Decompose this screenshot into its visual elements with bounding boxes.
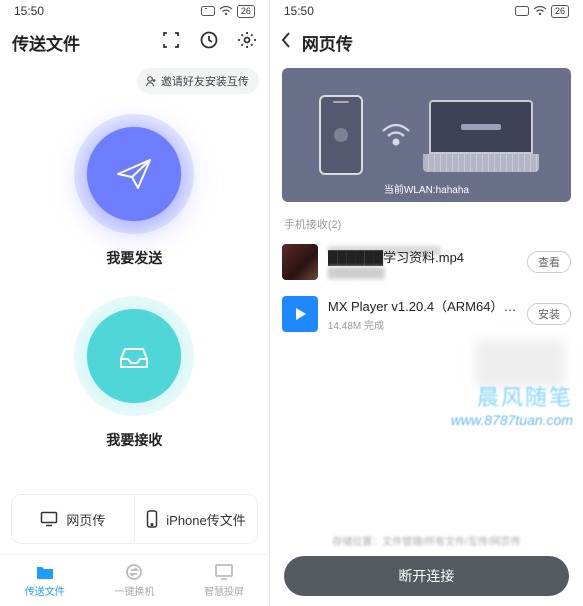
chevron-left-icon — [280, 31, 292, 49]
option-iphone-label: iPhone传文件 — [166, 510, 245, 529]
invite-button[interactable]: 邀请好友安装互传 — [137, 68, 259, 94]
file-thumbnail — [282, 244, 318, 280]
battery-level: 26 — [237, 5, 255, 18]
file-name: ██████学习资料.mp4 — [328, 247, 517, 266]
scan-icon[interactable] — [161, 30, 181, 55]
header-right: 网页传 — [270, 22, 583, 62]
wifi-large-icon — [381, 123, 411, 147]
play-icon — [292, 306, 308, 322]
laptop-illustration — [429, 100, 533, 170]
inbox-icon — [115, 337, 153, 375]
status-icons: 26 — [201, 5, 255, 18]
disconnect-button[interactable]: 断开连接 — [284, 556, 569, 596]
tab-bar: 传送文件 一键换机 智慧投屏 — [0, 554, 269, 606]
file-row[interactable]: MX Player v1.20.4（ARM64）.apk 14.48M 完成 安… — [270, 288, 583, 340]
send-button[interactable] — [74, 114, 194, 234]
tab-transfer-label: 传送文件 — [25, 583, 65, 598]
option-web-label: 网页传 — [66, 510, 105, 529]
title-bar: 传送文件 — [0, 22, 269, 62]
settings-icon[interactable] — [237, 30, 257, 55]
back-button[interactable] — [280, 31, 292, 54]
receive-label: 我要接收 — [106, 430, 162, 450]
wlan-label: 当前WLAN:hahaha — [282, 181, 571, 196]
bottom-options: 网页传 iPhone传文件 — [11, 494, 258, 544]
monitor-icon — [40, 511, 58, 527]
folder-icon — [35, 563, 55, 581]
send-label: 我要发送 — [106, 248, 162, 268]
storage-hint: 存储位置：文件管理/所有文件/互传/网页传 — [270, 533, 583, 548]
file-name: MX Player v1.20.4（ARM64）.apk — [328, 296, 517, 315]
lower-area: 晨风随笔 www.8787tuan.com 存储位置：文件管理/所有文件/互传/… — [270, 340, 583, 606]
wifi-icon — [533, 6, 547, 16]
card-icon — [515, 6, 529, 16]
screen-web-transfer: 15:50 26 网页传 当前WLAN:hahaha 手机接收(2) █████… — [269, 0, 583, 606]
phone-icon — [146, 510, 158, 528]
person-icon — [145, 75, 157, 87]
file-sub: ████████ — [328, 268, 517, 279]
tab-swap[interactable]: 一键换机 — [90, 555, 180, 606]
option-iphone-transfer[interactable]: iPhone传文件 — [134, 495, 257, 543]
history-icon[interactable] — [199, 30, 219, 55]
status-icons-right: 26 — [515, 5, 569, 18]
status-bar-right: 15:50 26 — [270, 0, 583, 22]
view-button[interactable]: 查看 — [527, 251, 571, 273]
tab-transfer[interactable]: 传送文件 — [0, 555, 90, 606]
receive-button[interactable] — [74, 296, 194, 416]
file-sub: 14.48M 完成 — [328, 317, 517, 332]
phone-illustration — [319, 95, 363, 175]
invite-label: 邀请好友安装互传 — [161, 73, 249, 89]
tab-cast-label: 智慧投屏 — [204, 583, 244, 598]
card-icon — [201, 6, 215, 16]
hero-illustration: 当前WLAN:hahaha — [282, 68, 571, 202]
file-thumbnail-apk — [282, 296, 318, 332]
watermark: 晨风随笔 www.8787tuan.com — [451, 380, 573, 428]
status-bar: 15:50 26 — [0, 0, 269, 22]
swap-icon — [124, 563, 144, 581]
wifi-icon — [219, 6, 233, 16]
status-time-right: 15:50 — [284, 4, 314, 18]
page-title: 传送文件 — [12, 30, 80, 55]
screen-transfer: 15:50 26 传送文件 邀请好友安装互传 我要发送 我要接收 — [0, 0, 269, 606]
option-web-transfer[interactable]: 网页传 — [12, 495, 134, 543]
file-row[interactable]: ██████学习资料.mp4 ████████ 查看 — [270, 236, 583, 288]
install-button[interactable]: 安装 — [527, 303, 571, 325]
tab-swap-label: 一键换机 — [114, 583, 154, 598]
status-time: 15:50 — [14, 4, 44, 18]
paper-plane-icon — [114, 154, 154, 194]
watermark-cn: 晨风随笔 — [451, 380, 573, 412]
tab-cast[interactable]: 智慧投屏 — [179, 555, 269, 606]
page-title-right: 网页传 — [302, 30, 353, 55]
received-header: 手机接收(2) — [270, 212, 583, 236]
battery-level-right: 26 — [551, 5, 569, 18]
watermark-url: www.8787tuan.com — [451, 412, 573, 428]
cast-icon — [214, 563, 234, 581]
